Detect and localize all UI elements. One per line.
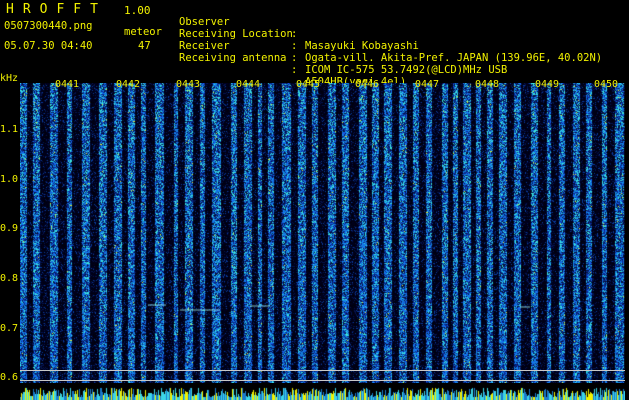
x-tick-label: 0442 <box>116 79 141 90</box>
reference-line <box>20 370 625 371</box>
y-tick-label: 1.0 <box>0 174 19 185</box>
observer-value: Masayuki Kobayashi <box>305 40 419 52</box>
y-tick-label: 0.6 <box>0 372 19 383</box>
meteor-label: meteor <box>124 26 162 38</box>
receiver-row: Receiver : ICOM IC-575 53.7492(@LCD)MHz … <box>179 28 507 76</box>
hrofft-window: HROFFT 1.00 0507300440.png meteor 05.07.… <box>0 0 629 400</box>
x-tick-label: 0443 <box>176 79 201 90</box>
y-axis-unit: kHz <box>0 73 19 84</box>
x-tick-label: 0444 <box>236 79 261 90</box>
station-info: Observer : Masayuki Kobayashi Receiving … <box>179 4 602 88</box>
antenna-row: Receiving antenna : A504HB(yagi 4el) <box>179 40 406 88</box>
receiver-sep: : <box>291 52 298 64</box>
location-value: Ogata-vill. Akita-Pref. JAPAN (139.96E, … <box>305 52 603 64</box>
y-tick-label: 0.7 <box>0 323 19 334</box>
spectrogram <box>20 83 625 383</box>
x-tick-label: 0448 <box>475 79 500 90</box>
meteor-indicator-strip <box>20 384 625 400</box>
x-tick-label: 0441 <box>55 79 80 90</box>
app-version: 1.00 <box>124 4 151 17</box>
antenna-label: Receiving antenna <box>179 52 287 64</box>
meteor-count: 47 <box>138 40 151 52</box>
y-tick-label: 0.8 <box>0 273 19 284</box>
x-tick-label: 0449 <box>535 79 560 90</box>
y-tick-label: 0.9 <box>0 223 19 234</box>
filename-label: 0507300440.png <box>4 20 93 32</box>
x-tick-label: 0446 <box>355 79 380 90</box>
timestamp-label: 05.07.30 04:40 <box>4 40 93 52</box>
y-tick-label: 1.1 <box>0 124 19 135</box>
location-row: Receiving Location : Ogata-vill. Akita-P… <box>179 16 602 64</box>
x-tick-label: 0445 <box>296 79 321 90</box>
location-sep: : <box>291 40 298 52</box>
x-tick-label: 0447 <box>415 79 440 90</box>
antenna-sep: : <box>291 64 298 76</box>
receiver-value: ICOM IC-575 53.7492(@LCD)MHz USB <box>305 64 508 76</box>
x-tick-label: 0450 <box>594 79 619 90</box>
app-title: HROFFT <box>6 2 107 17</box>
observer-row: Observer : Masayuki Kobayashi <box>179 4 419 52</box>
reference-line <box>20 380 625 381</box>
